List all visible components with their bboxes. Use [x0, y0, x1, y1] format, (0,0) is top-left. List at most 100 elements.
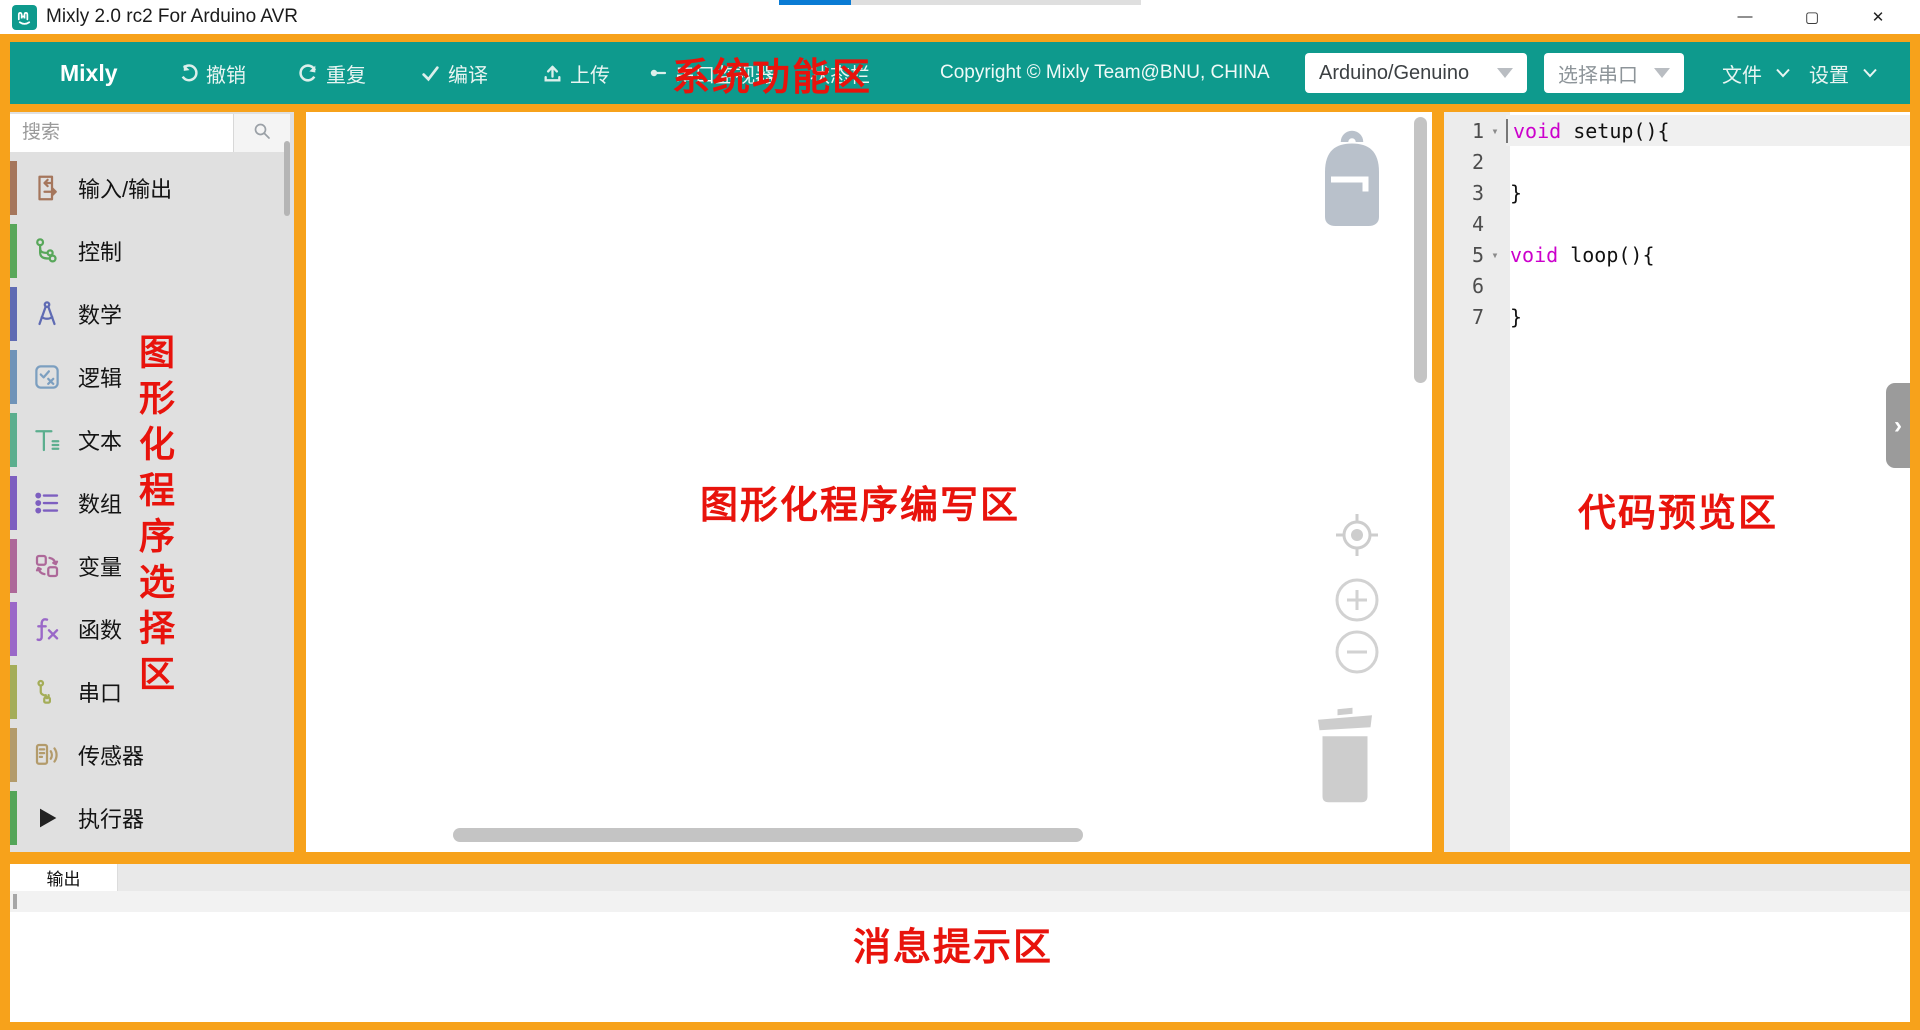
- workspace-vertical-scrollbar[interactable]: [1414, 117, 1427, 383]
- category-color-strip: [10, 602, 17, 656]
- status-bar-button[interactable]: 状态栏: [810, 42, 870, 104]
- code-line-4: 4: [1444, 208, 1910, 239]
- sidebar-item-input-output[interactable]: 输入/输出: [10, 157, 294, 219]
- code-preview-panel: 1 ▾ void setup(){ 2 3 } 4 5 ▾ void loop(…: [1444, 112, 1910, 852]
- search-input[interactable]: [10, 114, 233, 152]
- logic-icon: [30, 360, 64, 394]
- sidebar-item-text[interactable]: 文本: [10, 409, 294, 471]
- center-view-button[interactable]: [1334, 512, 1380, 563]
- window-title: Mixly 2.0 rc2 For Arduino AVR: [46, 0, 298, 34]
- sensor-icon: [30, 738, 64, 772]
- line-number: 7: [1444, 305, 1484, 329]
- minimize-button[interactable]: —: [1716, 0, 1774, 33]
- app-frame: Mixly 撤销 重复 编译 上传: [0, 34, 1920, 1030]
- sidebar-item-logic[interactable]: 逻辑: [10, 346, 294, 408]
- tab-output-label: 输出: [47, 865, 81, 890]
- code-text: loop(){: [1558, 243, 1654, 267]
- copyright-text: Copyright © Mixly Team@BNU, CHINA: [940, 42, 1270, 104]
- title-bar: Mixly 2.0 rc2 For Arduino AVR — ▢ ✕: [0, 0, 1920, 34]
- fold-toggle-icon[interactable]: ▾: [1484, 248, 1506, 262]
- port-select-value: 选择串口: [1558, 59, 1638, 88]
- message-panel: 输出: [10, 864, 1910, 1022]
- file-menu[interactable]: 文件: [1722, 42, 1791, 104]
- category-color-strip: [10, 224, 17, 278]
- sidebar-item-sensor[interactable]: 传感器: [10, 724, 294, 786]
- workspace-horizontal-scrollbar[interactable]: [453, 828, 1083, 842]
- function-fx-icon: [30, 612, 64, 646]
- sidebar-item-actuator[interactable]: 执行器: [10, 787, 294, 849]
- backpack-icon[interactable]: [1316, 130, 1388, 237]
- sidebar-item-label: 传感器: [78, 739, 144, 771]
- mixly-menu-label: Mixly: [60, 60, 118, 87]
- chevron-right-icon: ›: [1894, 412, 1902, 440]
- sidebar-item-math[interactable]: 数学: [10, 283, 294, 345]
- console-line[interactable]: [10, 891, 1910, 912]
- category-color-strip: [10, 728, 17, 782]
- sidebar-item-label: 串口: [78, 676, 122, 708]
- zoom-out-button[interactable]: [1334, 629, 1380, 680]
- collapse-panel-button[interactable]: ›: [1886, 383, 1910, 468]
- port-select[interactable]: 选择串口: [1544, 53, 1684, 93]
- text-cursor: [1506, 119, 1508, 143]
- code-line-6: 6: [1444, 270, 1910, 301]
- main-toolbar: Mixly 撤销 重复 编译 上传: [10, 42, 1910, 104]
- close-button[interactable]: ✕: [1849, 0, 1907, 33]
- chevron-down-icon: [1654, 68, 1670, 78]
- tab-output[interactable]: 输出: [10, 864, 118, 891]
- maximize-button[interactable]: ▢: [1783, 0, 1841, 33]
- category-color-strip: [10, 161, 17, 215]
- sidebar-item-variable[interactable]: 变量: [10, 535, 294, 597]
- mixly-menu-button[interactable]: Mixly: [60, 42, 118, 104]
- code-line-3: 3 }: [1444, 177, 1910, 208]
- block-category-sidebar: 输入/输出 控制 数学 逻辑: [10, 112, 294, 852]
- sidebar-item-array[interactable]: 数组: [10, 472, 294, 534]
- trash-icon[interactable]: [1312, 697, 1378, 812]
- category-color-strip: [10, 413, 17, 467]
- category-color-strip: [10, 350, 17, 404]
- zoom-in-button[interactable]: [1334, 577, 1380, 628]
- search-button[interactable]: [233, 114, 290, 152]
- blockly-workspace[interactable]: [306, 112, 1432, 852]
- redo-button[interactable]: 重复: [298, 42, 366, 104]
- settings-menu[interactable]: 设置: [1809, 42, 1878, 104]
- sidebar-item-label: 逻辑: [78, 361, 122, 393]
- board-select[interactable]: Arduino/Genuino: [1305, 53, 1527, 93]
- sidebar-item-label: 变量: [78, 550, 122, 582]
- upload-button[interactable]: 上传: [542, 42, 610, 104]
- line-number: 6: [1444, 274, 1484, 298]
- code-keyword: void: [1509, 119, 1561, 143]
- category-color-strip: [10, 791, 17, 845]
- line-number: 2: [1444, 150, 1484, 174]
- math-compass-icon: [30, 297, 64, 331]
- code-line-2: 2: [1444, 146, 1910, 177]
- array-list-icon: [30, 486, 64, 520]
- undo-button[interactable]: 撤销: [178, 42, 246, 104]
- code-text: setup(){: [1561, 119, 1669, 143]
- upload-label: 上传: [570, 59, 610, 88]
- board-select-value: Arduino/Genuino: [1319, 62, 1469, 85]
- input-output-icon: [30, 171, 64, 205]
- search-row: [10, 114, 290, 152]
- code-line-5: 5 ▾ void loop(){: [1444, 239, 1910, 270]
- sidebar-item-control[interactable]: 控制: [10, 220, 294, 282]
- line-number: 5: [1444, 243, 1484, 267]
- code-keyword: void: [1506, 243, 1558, 267]
- category-color-strip: [10, 476, 17, 530]
- loading-progress-track: [851, 0, 1141, 5]
- control-icon: [30, 234, 64, 268]
- code-line-7: 7 }: [1444, 301, 1910, 332]
- sidebar-item-label: 执行器: [78, 802, 144, 834]
- sidebar-item-label: 文本: [78, 424, 122, 456]
- sidebar-item-label: 数学: [78, 298, 122, 330]
- sidebar-item-function[interactable]: 函数: [10, 598, 294, 660]
- undo-label: 撤销: [206, 59, 246, 88]
- fold-toggle-icon[interactable]: ▾: [1484, 124, 1506, 138]
- sidebar-item-serial[interactable]: 串口: [10, 661, 294, 723]
- code-line-1: 1 ▾ void setup(){: [1444, 115, 1910, 146]
- loading-progress-fill: [779, 0, 851, 5]
- upload-icon: [542, 63, 563, 84]
- compile-button[interactable]: 编译: [420, 42, 488, 104]
- check-icon: [420, 63, 441, 84]
- line-number: 1: [1444, 119, 1484, 143]
- serial-monitor-button[interactable]: 串口监视器: [648, 42, 775, 104]
